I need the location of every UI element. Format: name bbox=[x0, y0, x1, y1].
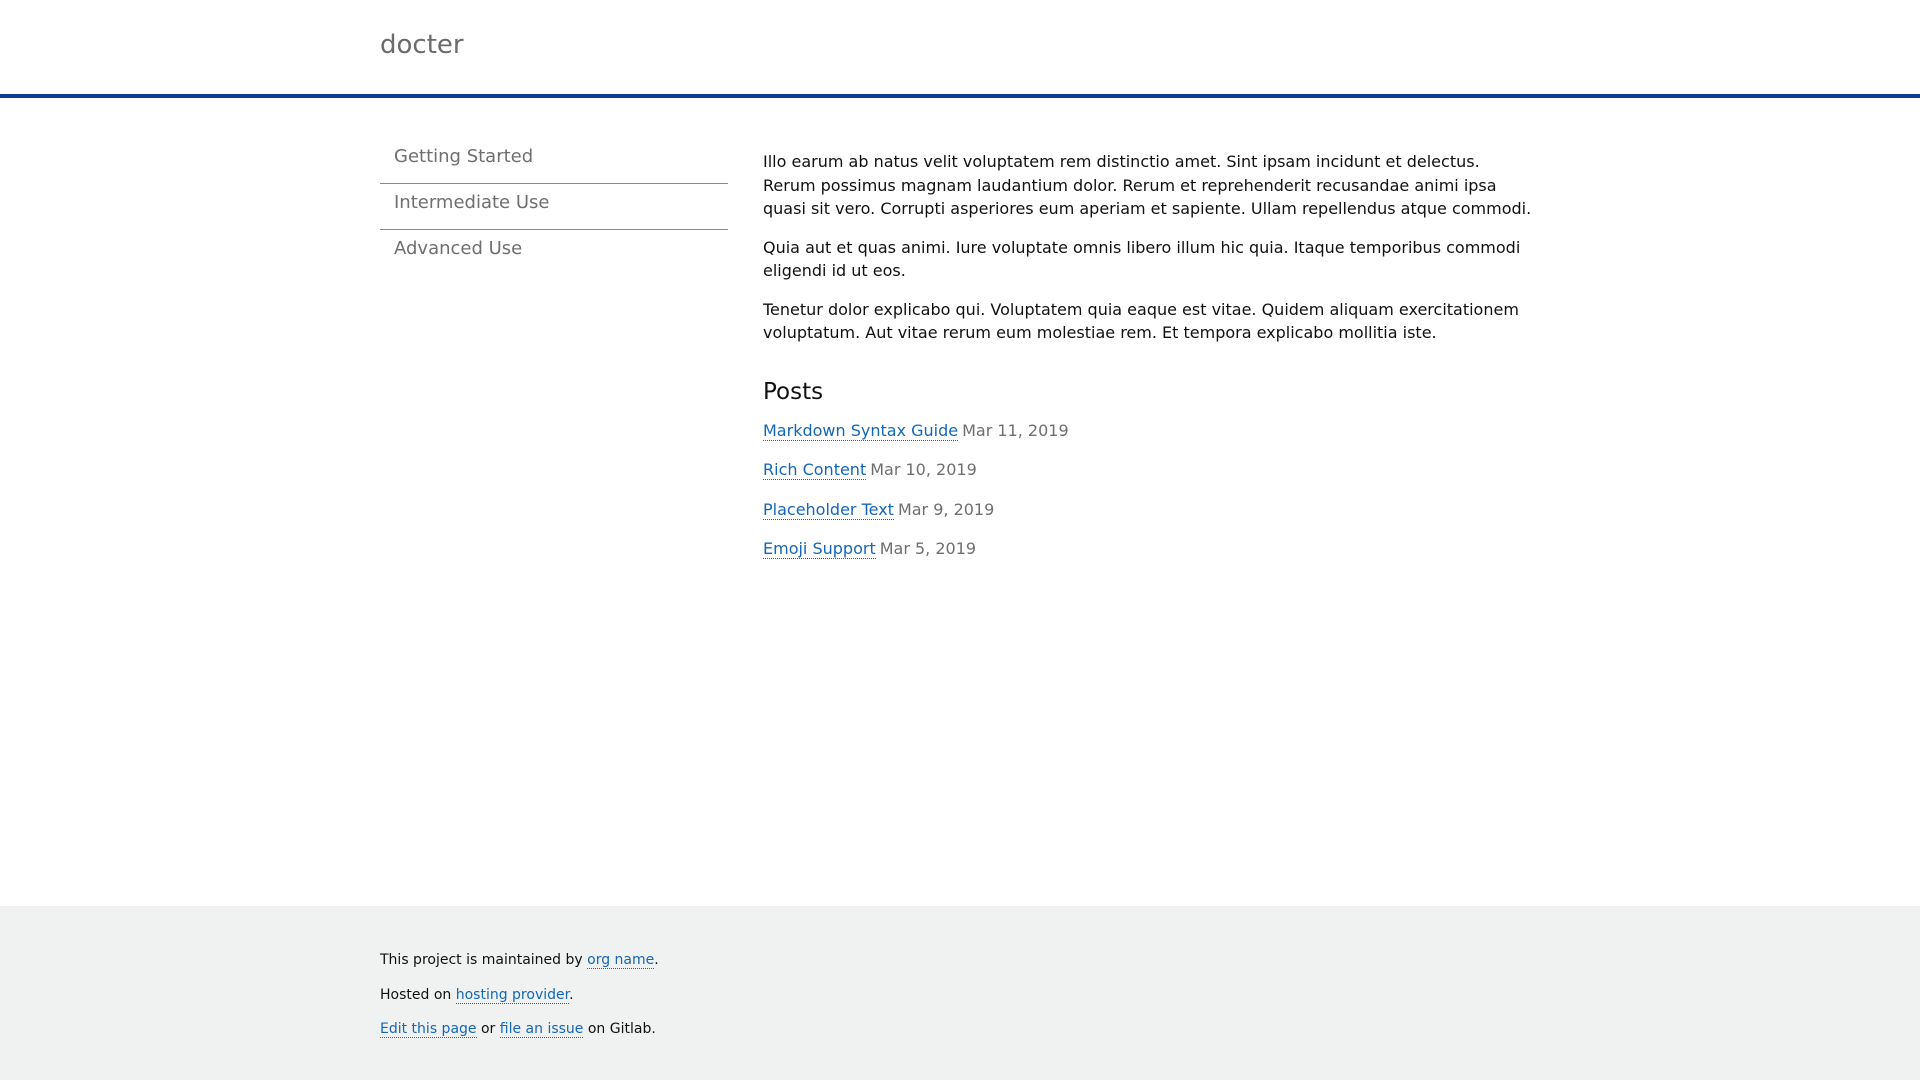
footer-maintainer-line: This project is maintained by org name. bbox=[380, 950, 659, 970]
sidebar-nav: Getting Started Intermediate Use Advance… bbox=[380, 138, 728, 276]
posts-heading: Posts bbox=[763, 378, 824, 405]
sidebar-item-intermediate-use[interactable]: Intermediate Use bbox=[380, 184, 728, 230]
footer-text: on Gitlab. bbox=[583, 1021, 656, 1037]
footer-text: Hosted on bbox=[380, 986, 456, 1003]
footer-hosting-line: Hosted on hosting provider. bbox=[380, 985, 659, 1005]
sidebar-item-getting-started[interactable]: Getting Started bbox=[380, 138, 728, 184]
post-item: Emoji Support Mar 5, 2019 bbox=[763, 537, 1533, 561]
post-date: Mar 5, 2019 bbox=[879, 539, 977, 558]
file-issue-link[interactable]: file an issue bbox=[499, 1021, 584, 1038]
footer-text: . bbox=[654, 952, 659, 968]
post-date: Mar 10, 2019 bbox=[870, 460, 977, 479]
post-item: Placeholder Text Mar 9, 2019 bbox=[763, 498, 1533, 522]
site-footer: This project is maintained by org name. … bbox=[0, 906, 1920, 1080]
hosting-provider-link[interactable]: hosting provider bbox=[455, 986, 570, 1004]
intro-paragraph: Illo earum ab natus velit voluptatem rem… bbox=[763, 152, 1532, 218]
post-link[interactable]: Placeholder Text bbox=[763, 499, 894, 520]
post-date: Mar 11, 2019 bbox=[962, 420, 1069, 440]
intro-paragraph: Quia aut et quas animi. Iure voluptate o… bbox=[763, 237, 1521, 281]
footer-content: This project is maintained by org name. … bbox=[380, 950, 659, 1054]
footer-text: or bbox=[476, 1021, 500, 1037]
intro-section: Illo earum ab natus velit voluptatem rem… bbox=[763, 150, 1533, 345]
post-item: Markdown Syntax Guide Mar 11, 2019 bbox=[763, 419, 1533, 443]
site-header: docter bbox=[0, 0, 1920, 98]
edit-page-link[interactable]: Edit this page bbox=[380, 1021, 477, 1038]
footer-text: . bbox=[569, 986, 574, 1003]
post-date: Mar 9, 2019 bbox=[897, 499, 995, 519]
footer-text: This project is maintained by bbox=[380, 952, 588, 968]
intro-paragraph: Tenetur dolor explicabo qui. Voluptatem … bbox=[763, 299, 1519, 343]
posts-list: Markdown Syntax Guide Mar 11, 2019 Rich C… bbox=[763, 419, 1533, 562]
post-link[interactable]: Emoji Support bbox=[763, 539, 876, 559]
post-link[interactable]: Rich Content bbox=[763, 460, 867, 480]
sidebar-item-advanced-use[interactable]: Advanced Use bbox=[380, 230, 728, 276]
post-item: Rich Content Mar 10, 2019 bbox=[763, 458, 1533, 482]
org-name-link[interactable]: org name bbox=[587, 952, 655, 969]
site-brand-link[interactable]: docter bbox=[380, 30, 464, 60]
post-link[interactable]: Markdown Syntax Guide bbox=[763, 420, 959, 441]
footer-edit-line: Edit this page or file an issue on Gitla… bbox=[380, 1019, 659, 1039]
main-content: Illo earum ab natus velit voluptatem rem… bbox=[763, 150, 1533, 577]
